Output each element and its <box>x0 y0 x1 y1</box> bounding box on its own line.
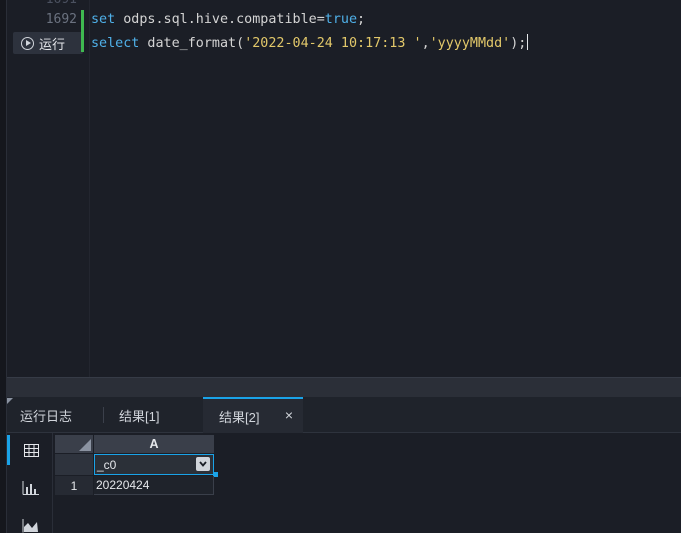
line-number: 1692 <box>45 12 77 27</box>
table-cell[interactable]: 20220424 <box>94 476 214 495</box>
code-token: , <box>421 36 430 51</box>
code-line[interactable]: set odps.sql.hive.compatible=true; <box>91 12 365 27</box>
column-header[interactable]: A <box>94 435 214 453</box>
sql-editor[interactable]: 1691 1692 运行 set odps.sql.hive.compatibl… <box>7 0 681 377</box>
code-token: date_format( <box>139 36 245 51</box>
field-name: _c0 <box>97 457 117 472</box>
chevron-down-icon <box>199 461 207 467</box>
code-area[interactable]: set odps.sql.hive.compatible=true; selec… <box>89 0 681 377</box>
tab-run-log[interactable]: 运行日志 <box>20 397 72 433</box>
result-tabs: 运行日志 结果[1] 结果[2] × <box>7 397 681 433</box>
left-edge-strip <box>0 0 7 533</box>
bar-chart-icon <box>22 481 39 495</box>
text-cursor <box>527 34 529 50</box>
row-number: 1 <box>55 476 93 495</box>
area-chart-icon <box>22 519 38 533</box>
table-view-button[interactable] <box>7 435 53 465</box>
code-token: '2022-04-24 10:17:13 ' <box>244 36 422 51</box>
code-token: ; <box>357 12 366 27</box>
tab-result-1[interactable]: 结果[1] <box>119 397 159 433</box>
close-icon[interactable]: × <box>285 407 293 423</box>
line-gutter: 1691 1692 运行 <box>7 0 83 377</box>
bar-chart-view-button[interactable] <box>7 473 53 503</box>
line-number: 1691 <box>46 0 77 7</box>
panel-corner-marker <box>7 398 13 404</box>
tab-result-2-label: 结果[2] <box>219 409 260 425</box>
code-token: set <box>91 12 116 27</box>
code-token: select <box>91 36 140 51</box>
area-chart-view-button[interactable] <box>7 511 53 533</box>
field-name-cell[interactable]: _c0 <box>94 454 214 475</box>
tab-result-2[interactable]: 结果[2] × <box>203 397 303 433</box>
code-line[interactable]: select date_format('2022-04-24 10:17:13 … <box>91 34 529 51</box>
tab-divider <box>103 407 104 423</box>
code-token: ); <box>510 36 527 51</box>
code-token: 'yyyyMMdd' <box>429 36 511 51</box>
row-header-blank <box>55 454 93 475</box>
play-circle-icon <box>21 36 34 50</box>
code-token: odps.sql.hive.compatible= <box>115 12 325 27</box>
view-toolbar <box>7 433 53 533</box>
run-button-label: 运行 <box>39 36 66 52</box>
modified-lines-marker <box>81 10 84 52</box>
column-dropdown-button[interactable] <box>196 457 210 471</box>
results-panel: A _c0 1 20220424 <box>7 433 681 533</box>
panel-splitter[interactable] <box>7 377 681 397</box>
run-button[interactable]: 运行 <box>13 32 83 54</box>
code-token: true <box>324 12 358 27</box>
grid-corner[interactable] <box>55 435 93 453</box>
table-grid-icon <box>24 443 39 457</box>
